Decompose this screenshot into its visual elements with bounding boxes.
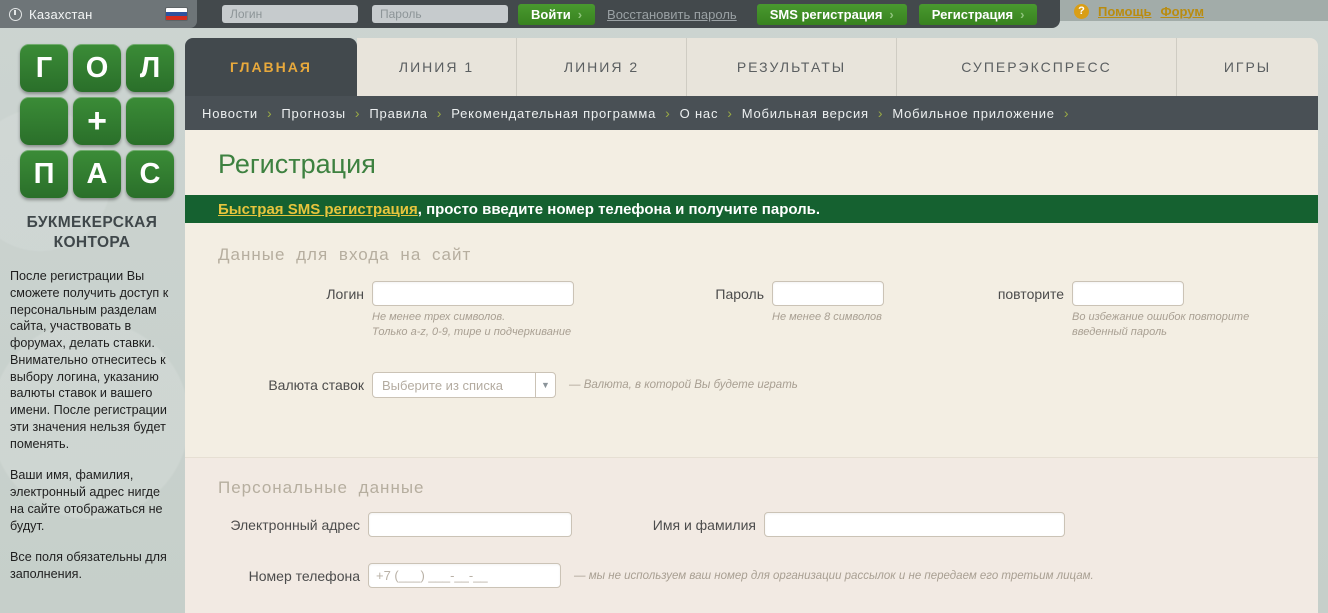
phone-row: Номер телефона — мы не используем ваш но… [185,563,1318,588]
logo-tile [20,97,68,145]
login-input[interactable] [222,5,358,23]
arrow-right-icon: › [1020,7,1024,22]
sms-registration-label: SMS регистрация [770,7,883,22]
registration-label: Регистрация [932,7,1013,22]
chevron-right-icon: › [355,105,360,121]
email-name-row: Электронный адрес Имя и фамилия [185,512,1318,537]
registration-password-input[interactable] [772,281,884,306]
login-hint: Не менее трех символов. Только a-z, 0-9,… [372,310,574,341]
nav-item-prognozy[interactable]: Прогнозы [281,106,346,121]
nav-item-mobile-app[interactable]: Мобильное приложение [892,106,1054,121]
sidebar-paragraph: Ваши имя, фамилия, электронный адрес ниг… [10,467,174,534]
login-section-title: Данные для входа на сайт [218,245,1318,265]
chevron-right-icon: › [1064,105,1069,121]
nav-item-pravila[interactable]: Правила [369,106,427,121]
sidebar-paragraph: После регистрации Вы сможете получить до… [10,268,174,452]
main-area: ГЛАВНАЯ ЛИНИЯ 1 ЛИНИЯ 2 РЕЗУЛЬТАТЫ СУПЕР… [185,28,1318,613]
personal-data-section: Персональные данные Электронный адрес Им… [185,457,1318,613]
recover-password-link[interactable]: Восстановить пароль [607,7,737,22]
chevron-right-icon: › [727,105,732,121]
password-input[interactable] [372,5,508,23]
credentials-row: Логин Не менее трех символов. Только a-z… [185,281,1318,341]
forum-link[interactable]: Форум [1160,4,1203,19]
nav-item-novosti[interactable]: Новости [202,106,258,121]
chevron-right-icon: › [878,105,883,121]
tab-liniya-1[interactable]: ЛИНИЯ 1 [357,38,517,96]
repeat-hint: Во избежание ошибок повторите введенный … [1072,310,1250,341]
secondary-nav: Новости › Прогнозы › Правила › Рекомендател… [185,96,1318,130]
phone-input[interactable] [368,563,561,588]
fast-sms-registration-link[interactable]: Быстрая SMS регистрация [218,201,418,218]
currency-row: Валюта ставок Выберите из списка ▼ — Вал… [185,372,1318,398]
logo-tile [126,97,174,145]
login-field-label: Логин [185,281,372,302]
name-field-label: Имя и фамилия [572,512,764,533]
sign-in-label: Войти [531,7,571,22]
tab-liniya-2[interactable]: ЛИНИЯ 2 [517,38,687,96]
registration-login-input[interactable] [372,281,574,306]
logo-tile: С [126,150,174,198]
help-icon[interactable]: ? [1074,4,1089,19]
logo-tile: Г [20,44,68,92]
sidebar: Г О Л + П А С БУКМЕКЕРСКАЯ КОНТОРА После… [0,28,185,613]
help-link[interactable]: Помощь [1098,4,1151,19]
russia-flag-icon[interactable] [166,8,187,20]
full-name-input[interactable] [764,512,1065,537]
sidebar-info-text: После регистрации Вы сможете получить до… [10,268,174,582]
nav-item-mobile-version[interactable]: Мобильная версия [742,106,869,121]
chevron-right-icon: › [437,105,442,121]
logo[interactable]: Г О Л + П А С [20,44,174,198]
tab-superexpress[interactable]: СУПЕРЭКСПРЕСС [897,38,1177,96]
login-hint-line2: Только a-z, 0-9, тире и подчеркивание [372,325,574,340]
globe-icon [9,8,22,21]
phone-hint: — мы не используем ваш номер для организ… [574,563,1094,582]
arrow-right-icon: › [889,7,893,22]
topbar-right-links: ? Помощь Форум [1074,0,1204,22]
tab-rezultaty[interactable]: РЕЗУЛЬТАТЫ [687,38,897,96]
page-title: Регистрация [218,149,1318,180]
banner-text: , просто введите номер телефона и получи… [418,201,820,218]
logo-subtitle-line2: КОНТОРА [10,233,174,253]
logo-tile: Л [126,44,174,92]
main-tabs: ГЛАВНАЯ ЛИНИЯ 1 ЛИНИЯ 2 РЕЗУЛЬТАТЫ СУПЕР… [185,38,1318,96]
currency-select[interactable]: Выберите из списка ▼ [372,372,556,398]
content-panel: Регистрация Быстрая SMS регистрация, про… [185,130,1318,613]
country-label: Казахстан [29,7,93,22]
logo-tile: А [73,150,121,198]
logo-tile-plus: + [73,97,121,145]
chevron-down-icon: ▼ [535,373,555,397]
nav-item-referral[interactable]: Рекомендательная программа [451,106,656,121]
arrow-right-icon: › [578,7,582,22]
language-selector[interactable]: Казахстан [0,0,197,28]
repeat-password-input[interactable] [1072,281,1184,306]
email-input[interactable] [368,512,572,537]
password-hint: Не менее 8 символов [772,310,884,325]
phone-field-label: Номер телефона [185,563,368,584]
tab-glavnaya[interactable]: ГЛАВНАЯ [185,38,357,96]
email-field-label: Электронный адрес [185,512,368,533]
currency-hint: — Валюта, в которой Вы будете играть [569,372,798,391]
sidebar-paragraph: Все поля обязательны для заполнения. [10,549,174,582]
currency-select-placeholder: Выберите из списка [373,373,535,397]
logo-subtitle: БУКМЕКЕРСКАЯ КОНТОРА [10,213,174,253]
sms-registration-button[interactable]: SMS регистрация › [757,4,907,25]
tab-igry[interactable]: ИГРЫ [1177,38,1318,96]
sms-registration-banner: Быстрая SMS регистрация, просто введите … [185,195,1318,223]
login-hint-line1: Не менее трех символов. [372,310,574,325]
currency-field-label: Валюта ставок [185,372,372,393]
password-field-label: Пароль [574,281,772,302]
topbar: Казахстан Войти › Восстановить пароль SM… [0,0,1060,28]
nav-item-o-nas[interactable]: О нас [680,106,719,121]
sign-in-button[interactable]: Войти › [518,4,595,25]
repeat-field-label: повторите [884,281,1072,302]
logo-tile: О [73,44,121,92]
personal-section-title: Персональные данные [218,478,1318,498]
registration-button[interactable]: Регистрация › [919,4,1038,25]
chevron-right-icon: › [665,105,670,121]
chevron-right-icon: › [267,105,272,121]
logo-subtitle-line1: БУКМЕКЕРСКАЯ [10,213,174,233]
logo-tile: П [20,150,68,198]
